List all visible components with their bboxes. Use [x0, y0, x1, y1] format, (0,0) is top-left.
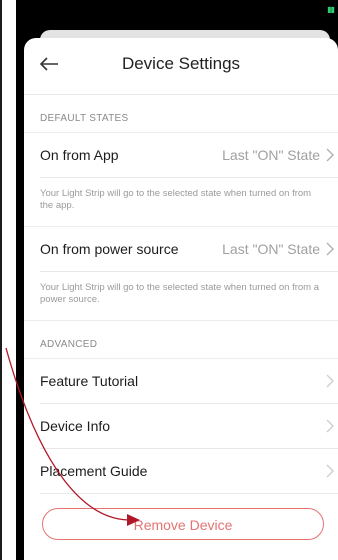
battery-charging-icon: ▮▮ [327, 5, 335, 14]
chevron-right-icon [326, 242, 334, 256]
row-on-from-app[interactable]: On from App Last "ON" State [40, 133, 338, 178]
remove-device-button[interactable]: Remove Device [42, 508, 324, 540]
row-value: Last "ON" State [222, 241, 320, 257]
row-device-info[interactable]: Device Info [40, 404, 338, 449]
device-settings-sheet: Device Settings DEFAULT STATES On from A… [24, 38, 338, 560]
chevron-right-icon [326, 374, 334, 388]
row-feature-tutorial[interactable]: Feature Tutorial [40, 359, 338, 404]
chevron-right-icon [326, 419, 334, 433]
row-placement-guide[interactable]: Placement Guide [40, 449, 338, 494]
row-value: Last "ON" State [222, 147, 320, 163]
page-title: Device Settings [121, 54, 241, 73]
row-label: Placement Guide [40, 463, 148, 479]
section-header-default-states: DEFAULT STATES [24, 95, 338, 133]
chevron-right-icon [326, 464, 334, 478]
chevron-right-icon [326, 148, 334, 162]
row-label: Feature Tutorial [40, 373, 139, 389]
screenshot-page: ▮▮ Device Settings DEFAULT STATES On fro… [0, 0, 338, 560]
row-on-from-power-source[interactable]: On from power source Last "ON" State [40, 227, 338, 272]
row-label: On from power source [40, 241, 179, 257]
row-label: On from App [40, 147, 119, 163]
row-label: Device Info [40, 418, 111, 434]
helper-text: Your Light Strip will go to the selected… [24, 178, 338, 227]
helper-text: Your Light Strip will go to the selected… [24, 272, 338, 321]
section-header-advanced: ADVANCED [24, 321, 338, 359]
left-border [0, 0, 2, 560]
header: Device Settings [24, 38, 338, 95]
